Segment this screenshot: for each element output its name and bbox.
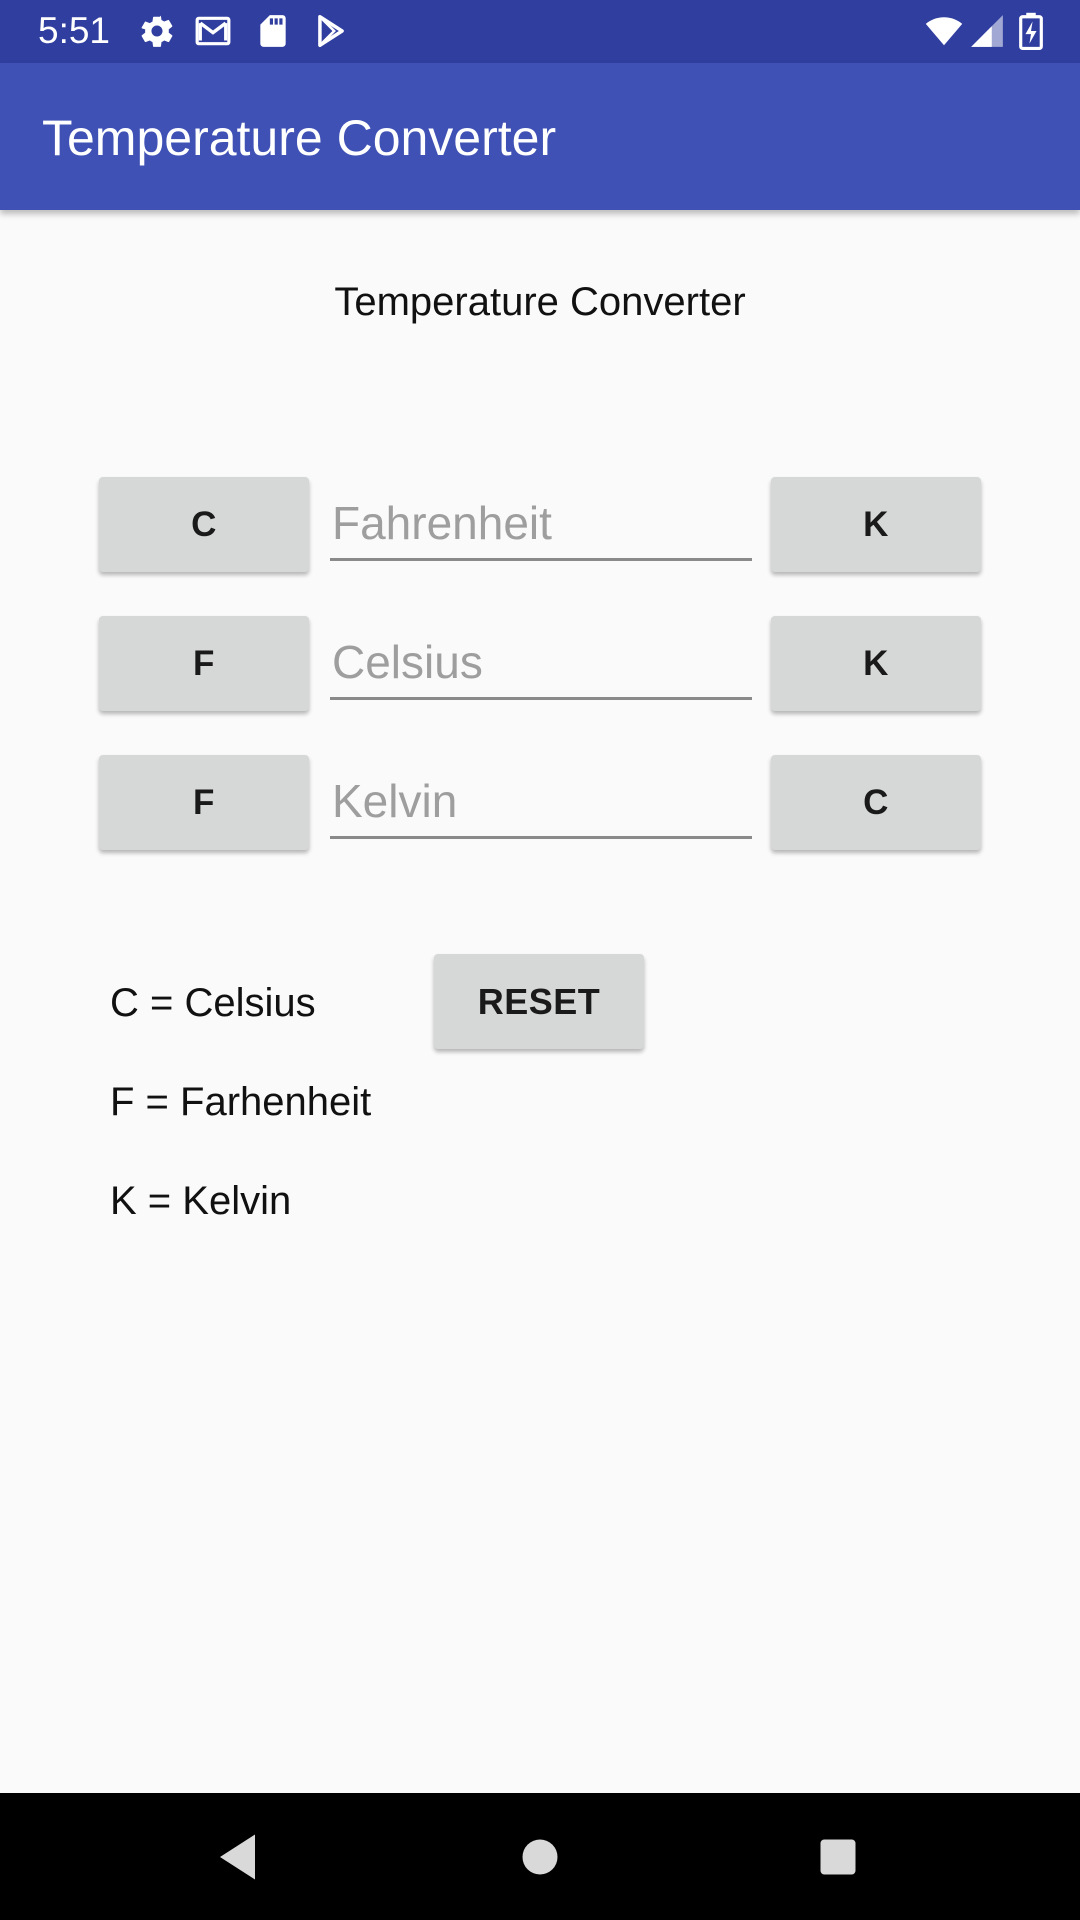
legend-fahrenheit: F = Farhenheit <box>110 1080 372 1124</box>
convert-to-f-button[interactable]: F <box>99 616 309 711</box>
wifi-icon <box>922 12 966 50</box>
kelvin-input[interactable] <box>330 766 752 839</box>
battery-charging-icon <box>1014 12 1048 50</box>
page-heading: Temperature Converter <box>334 280 746 324</box>
legend-celsius: C = Celsius <box>110 981 316 1025</box>
reset-button[interactable]: RESET <box>434 954 644 1049</box>
gmail-icon <box>194 12 232 50</box>
home-icon[interactable] <box>510 1827 570 1887</box>
status-time: 5:51 <box>38 10 111 51</box>
app-title: Temperature Converter <box>42 110 557 166</box>
celsius-input[interactable] <box>330 627 752 700</box>
convert-to-c-button[interactable]: C <box>99 477 309 572</box>
sd-card-icon <box>254 12 292 50</box>
nav-bar <box>0 1793 1080 1920</box>
convert-to-f-button[interactable]: F <box>99 755 309 850</box>
recents-icon[interactable] <box>808 1827 868 1887</box>
screen: 5:51 Temperature Converter Temperature C… <box>0 0 1080 1920</box>
status-bar: 5:51 <box>0 0 1080 63</box>
legend-kelvin: K = Kelvin <box>110 1179 292 1223</box>
fahrenheit-input[interactable] <box>330 488 752 561</box>
convert-to-c-button[interactable]: C <box>771 755 981 850</box>
convert-to-k-button[interactable]: K <box>771 616 981 711</box>
app-bar: Temperature Converter <box>0 63 1080 210</box>
settings-icon <box>138 12 176 50</box>
convert-to-k-button[interactable]: K <box>771 477 981 572</box>
signal-icon <box>968 12 1006 50</box>
back-icon[interactable] <box>210 1827 270 1887</box>
play-store-icon <box>312 12 350 50</box>
